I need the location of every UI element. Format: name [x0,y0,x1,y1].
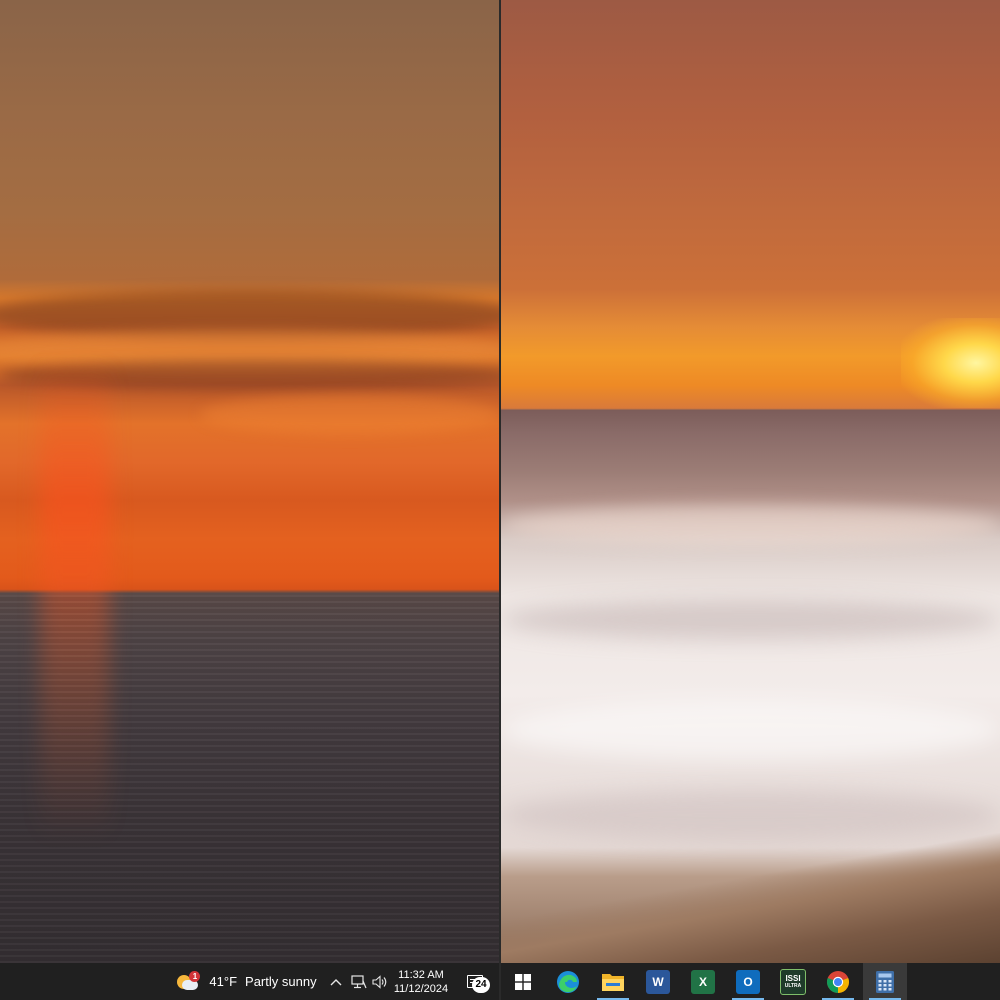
clock-time: 11:32 AM [398,968,444,981]
weather-condition: Partly sunny [245,974,317,989]
weather-widget[interactable]: 1 41°F Partly sunny [172,963,322,1000]
issi-ultra-icon: ISSI ULTRA [780,968,806,995]
system-clock[interactable]: 11:32 AM 11/12/2024 [390,963,452,1000]
excel-icon: X [691,969,715,994]
left-desktop-wallpaper [0,0,499,963]
taskbar-app-chrome[interactable] [816,963,860,1000]
clock-date: 11/12/2024 [393,982,449,995]
taskbar-right: W X O ISSI ULTRA [501,963,1000,1000]
edge-icon [557,970,579,993]
calculator-icon [876,970,894,993]
weather-temperature: 41°F [209,974,238,989]
taskbar-app-excel[interactable]: X [681,963,725,1000]
outlook-icon: O [736,969,760,994]
partly-sunny-icon: 1 [177,970,201,992]
folder-icon [602,973,624,991]
network-icon[interactable] [349,963,369,1000]
windows-logo-icon [515,973,531,990]
notification-count-badge: 24 [472,977,490,993]
taskbar-app-calculator[interactable] [863,963,907,1000]
word-icon: W [646,969,670,994]
weather-alert-badge: 1 [189,970,201,982]
taskbar-app-outlook[interactable]: O [726,963,770,1000]
taskbar-app-issi-ultra[interactable]: ISSI ULTRA [771,963,815,1000]
start-button[interactable] [501,963,545,1000]
right-desktop-wallpaper [501,0,1000,963]
issi-label: ISSI [785,974,801,983]
issi-sublabel: ULTRA [784,983,802,989]
taskbar-app-word[interactable]: W [636,963,680,1000]
volume-icon[interactable] [370,963,390,1000]
action-center-button[interactable]: 24 [458,963,492,1000]
taskbar-app-file-explorer[interactable] [591,963,635,1000]
show-hidden-icons-chevron-icon[interactable] [327,963,345,1000]
chrome-icon [827,970,849,993]
taskbar-left: 1 41°F Partly sunny 11:32 AM 11/12/2024 … [0,963,499,1000]
taskbar-app-edge[interactable] [546,963,590,1000]
